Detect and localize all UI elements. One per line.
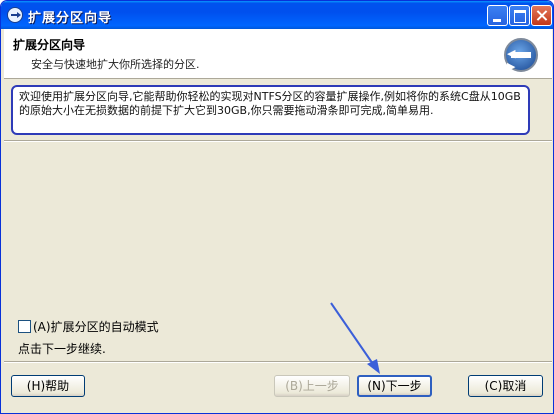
- next-button[interactable]: (N)下一步: [357, 375, 432, 397]
- window-title: 扩展分区向导: [28, 11, 113, 26]
- auto-mode-option[interactable]: (A)扩展分区的自动模式: [18, 318, 159, 335]
- auto-mode-checkbox[interactable]: [18, 320, 31, 333]
- header-title: 扩展分区向导: [13, 38, 86, 52]
- wizard-header: 扩展分区向导 安全与快速地扩大你所选择的分区.: [4, 29, 552, 79]
- continue-hint: 点击下一步继续.: [18, 342, 106, 356]
- maximize-button[interactable]: [509, 5, 530, 26]
- close-button[interactable]: [531, 5, 552, 26]
- auto-mode-label[interactable]: (A)扩展分区的自动模式: [33, 318, 159, 335]
- cancel-button[interactable]: (C)取消: [468, 375, 543, 397]
- minimize-button[interactable]: [487, 5, 508, 26]
- divider: [4, 361, 552, 363]
- app-icon: [7, 7, 23, 23]
- partition-logo-icon: [504, 38, 538, 73]
- description-text: 欢迎使用扩展分区向导,它能帮助你轻松的实现对NTFS分区的容量扩展操作,例如将你…: [11, 85, 530, 135]
- title-bar[interactable]: 扩展分区向导: [1, 1, 553, 29]
- help-button[interactable]: (H)帮助: [11, 375, 85, 397]
- header-subtitle: 安全与快速地扩大你所选择的分区.: [31, 58, 200, 71]
- divider: [4, 140, 552, 142]
- back-button[interactable]: (B)上一步: [274, 375, 350, 397]
- wizard-window: 扩展分区向导 扩展分区向导 安全与快速地扩大你所选择的分区. 欢迎使用扩展分区向…: [0, 0, 554, 414]
